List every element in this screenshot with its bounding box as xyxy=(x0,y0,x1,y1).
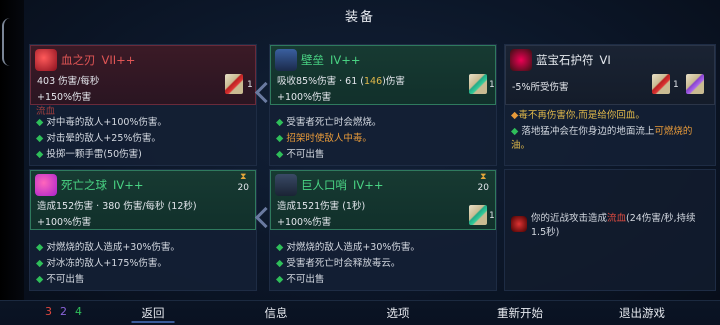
effect-line: ◆ 投掷一颗手雷(50伤害) xyxy=(36,149,142,160)
cooldown: ⧗ 20 xyxy=(477,172,489,193)
item-name: 壁垒 IV++ xyxy=(301,53,361,67)
brutality-points: 3 xyxy=(45,305,52,318)
death-orb-icon xyxy=(35,174,57,196)
hourglass-icon: ⧗ xyxy=(480,172,487,182)
info-button[interactable]: 信息 xyxy=(265,305,288,321)
hourglass-icon: ⧗ xyxy=(240,172,247,182)
cooldown: ⧗ 20 xyxy=(237,172,249,193)
effect-line: ◆ 对中毒的敌人+100%伤害。 xyxy=(36,117,167,128)
item-stat-reduction: -5%所受伤害 xyxy=(512,82,569,93)
item-stat-bonus: +100%伤害 xyxy=(37,217,92,228)
item-stat-absorb: 吸收85%伤害 · 61 (146)伤害 xyxy=(277,76,405,87)
tactics-points: 2 xyxy=(60,305,67,318)
effect-line: ◆ 受害者死亡时会燃烧。 xyxy=(276,117,382,128)
blood-sword-icon xyxy=(35,49,57,71)
options-button[interactable]: 选项 xyxy=(387,305,410,321)
item-name: 巨人口哨 IV++ xyxy=(301,178,384,192)
item-effects: ◆ 对燃烧的敌人造成+30%伤害。 ◆ 受害者死亡时会释放毒云。 ◆ 不可出售 xyxy=(270,230,496,290)
survival-scroll-icon xyxy=(469,205,487,225)
item-effects: ◆ 受害者死亡时会燃烧。 ◆ 招架时使敌人中毒。 ◆ 不可出售 xyxy=(270,105,496,165)
screen-title: 装备 xyxy=(344,10,375,25)
item-card-rampart[interactable]: 壁垒 IV++ 吸收85%伤害 · 61 (146)伤害 +100%伤害 1 ◆ 受… xyxy=(270,45,496,165)
item-stat-bonus: +150%伤害 xyxy=(37,92,92,103)
mutation-desc: 你的近战攻击造成流血(24伤害/秒,持续 1.5秒) xyxy=(531,213,696,238)
item-card-death-orb[interactable]: 死亡之球 IV++ 造成152伤害 · 380 伤害/每秒 (12秒) +100%… xyxy=(30,170,256,290)
effect-line: ◆ 对燃烧的敌人造成+30%伤害。 xyxy=(276,242,420,253)
restart-button[interactable]: 重新开始 xyxy=(497,305,543,321)
item-header: 死亡之球 IV++ 造成152伤害 · 380 伤害/每秒 (12秒) +100%… xyxy=(30,170,256,230)
effect-line: ◆ 受害者死亡时会释放毒云。 xyxy=(276,258,401,269)
item-name: 血之刃 VII++ xyxy=(61,53,136,67)
brutality-scroll-icon xyxy=(225,74,243,94)
left-bracket xyxy=(2,18,12,66)
item-header: 壁垒 IV++ 吸收85%伤害 · 61 (146)伤害 +100%伤害 1 xyxy=(270,45,496,105)
item-header: 蓝宝石护符 VI -5%所受伤害 1 xyxy=(505,45,715,105)
effect-line: ◆ 对击晕的敌人+25%伤害。 xyxy=(36,133,161,144)
item-effects: 流血 ◆ 对中毒的敌人+100%伤害。 ◆ 对击晕的敌人+25%伤害。 ◆ 投掷一颗手… xyxy=(30,105,256,165)
effect-line: ◆ 对冰冻的敌人+175%伤害。 xyxy=(36,258,167,269)
tactics-scroll-icon xyxy=(686,74,704,94)
item-effects: ◆ 对燃烧的敌人造成+30%伤害。 ◆ 对冰冻的敌人+175%伤害。 ◆ 不可出售 xyxy=(30,230,256,290)
effect-line: ◆ 招架时使敌人中毒。 xyxy=(276,133,372,144)
item-card-giant-whistle[interactable]: 巨人口哨 IV++ 造成1521伤害 (1秒) +100%伤害 ⧗ 20 1 ◆ 对燃… xyxy=(270,170,496,290)
item-header: 巨人口哨 IV++ 造成1521伤害 (1秒) +100%伤害 ⧗ 20 1 xyxy=(270,170,496,230)
scroll-count: 1 xyxy=(489,80,495,90)
stat-points: 324 xyxy=(45,305,90,318)
item-card-blood-sword[interactable]: 血之刃 VII++ 403 伤害/每秒 +150%伤害 1 流血 ◆ 对中毒的敌人+… xyxy=(30,45,256,165)
effect-desc: ◆毒不再伤害你,而是给你回血。 xyxy=(511,110,645,121)
back-button[interactable]: 返回 xyxy=(131,305,175,323)
effect-line: ◆ 不可出售 xyxy=(276,149,325,160)
item-header: 血之刃 VII++ 403 伤害/每秒 +150%伤害 1 xyxy=(30,45,256,105)
item-name: 死亡之球 IV++ xyxy=(61,178,144,192)
bleed-icon xyxy=(511,216,527,232)
shield-icon xyxy=(275,49,297,71)
effect-line: ◆ 不可出售 xyxy=(36,274,85,285)
item-stat-damage: 造成152伤害 · 380 伤害/每秒 (12秒) xyxy=(37,201,197,212)
item-stat-bonus: +100%伤害 xyxy=(277,92,332,103)
item-stat-bonus: +100%伤害 xyxy=(277,217,332,228)
effect-line: ◆ 不可出售 xyxy=(276,274,325,285)
item-stat-damage: 造成1521伤害 (1秒) xyxy=(277,201,366,212)
amulet-icon xyxy=(510,49,532,71)
whistle-icon xyxy=(275,174,297,196)
quit-button[interactable]: 退出游戏 xyxy=(619,305,665,321)
effect-desc: ◆ 落地猛冲会在你身边的地面流上可燃烧的 油。 xyxy=(511,126,693,151)
item-stat-dps: 403 伤害/每秒 xyxy=(37,76,100,87)
survival-points: 4 xyxy=(75,305,82,318)
bottom-menu: 324 返回 信息 选项 重新开始 退出游戏 xyxy=(0,300,720,325)
scroll-count: 1 xyxy=(247,80,253,90)
effect-line: ◆ 对燃烧的敌人造成+30%伤害。 xyxy=(36,242,180,253)
survival-scroll-icon xyxy=(469,74,487,94)
item-card-amulet[interactable]: 蓝宝石护符 VI -5%所受伤害 1 ◆毒不再伤害你,而是给你回血。 ◆ 落地猛冲会… xyxy=(505,45,715,165)
scroll-count: 1 xyxy=(673,80,679,90)
item-effects: ◆毒不再伤害你,而是给你回血。 ◆ 落地猛冲会在你身边的地面流上可燃烧的 油。 xyxy=(505,105,715,165)
item-name: 蓝宝石护符 VI xyxy=(536,53,611,67)
scroll-count: 1 xyxy=(489,211,495,221)
mutation-card[interactable]: 你的近战攻击造成流血(24伤害/秒,持续 1.5秒) xyxy=(505,170,715,290)
brutality-scroll-icon xyxy=(652,74,670,94)
